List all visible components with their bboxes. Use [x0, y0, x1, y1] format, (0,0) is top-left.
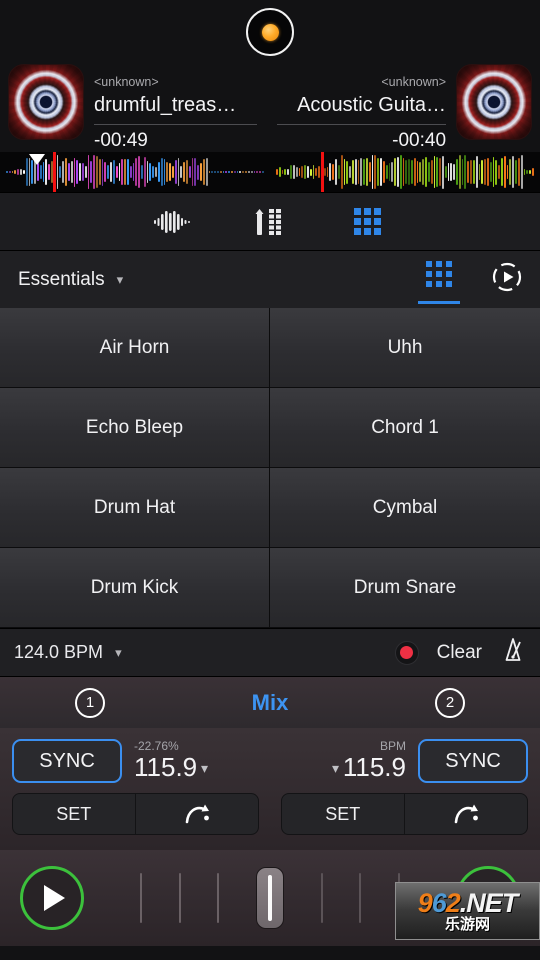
deck-tab-2[interactable]: 2: [435, 687, 465, 718]
pad-button[interactable]: Air Horn: [0, 308, 270, 388]
chevron-down-icon[interactable]: ▾: [115, 646, 122, 659]
deck-right-controls: SYNC BPM ▾ 115.9 SET: [281, 738, 528, 842]
crossfader-tick: [359, 873, 362, 923]
bpm-value-left: 115.9: [134, 751, 198, 782]
mixer-tab-bar: 1 Mix 2: [0, 676, 540, 728]
album-art-left[interactable]: [8, 64, 84, 140]
deck-left-controls: SYNC -22.76% 115.9 ▾ SET: [12, 738, 259, 842]
bpm-bar-actions: Clear: [394, 637, 526, 668]
pad-button[interactable]: Chord 1: [270, 388, 540, 468]
sync-controls-row: SYNC -22.76% 115.9 ▾ SET SYNC BPM ▾ 115.…: [0, 728, 540, 850]
set-button-right[interactable]: SET: [281, 793, 405, 835]
pad-button[interactable]: Uhh: [270, 308, 540, 388]
global-tempo-label[interactable]: 124.0 BPM: [14, 642, 103, 663]
tab-pad-grid[interactable]: [412, 255, 466, 304]
watermark-digit-1: 9: [417, 888, 433, 918]
track-info-row: <unknown> drumful_treas… -00:49 <unknown…: [0, 64, 540, 152]
deck-tab-1[interactable]: 1: [75, 687, 105, 718]
chevron-down-icon[interactable]: ▾: [117, 273, 124, 286]
waveform-right-bars: [270, 152, 540, 192]
track-artist-left: <unknown>: [94, 75, 159, 89]
sync-button-right[interactable]: SYNC: [418, 739, 528, 783]
waveform-icon[interactable]: [149, 205, 195, 239]
crossfader[interactable]: [140, 867, 400, 929]
track-artist-right: <unknown>: [381, 75, 447, 89]
sync-button-left[interactable]: SYNC: [12, 739, 122, 783]
deck-left-bpm-block[interactable]: -22.76% 115.9 ▾: [134, 739, 259, 783]
cue-marker-left-icon[interactable]: [29, 154, 45, 165]
clear-button[interactable]: Clear: [437, 642, 482, 664]
watermark: 962.NET 乐游网: [395, 882, 540, 940]
pad-button[interactable]: Drum Hat: [0, 468, 270, 548]
chevron-down-icon[interactable]: ▾: [197, 760, 208, 776]
pad-button[interactable]: Drum Snare: [270, 548, 540, 628]
record-button[interactable]: [394, 640, 419, 665]
watermark-suffix: .NET: [459, 888, 519, 918]
pad-bank-header: Essentials ▾: [0, 250, 540, 308]
watermark-digit-2: 6: [431, 888, 447, 918]
waveform-right[interactable]: [270, 152, 540, 192]
crossfader-tick: [140, 873, 142, 923]
crossfader-tick: [320, 873, 323, 923]
crossfader-handle-line: [267, 875, 272, 921]
vinyl-center-dot-icon: [261, 23, 279, 41]
crossfader-tick: [217, 873, 220, 923]
pad-button[interactable]: Cymbal: [270, 468, 540, 548]
deck-left-sync-row: SYNC -22.76% 115.9 ▾: [12, 738, 259, 784]
bank-name-label[interactable]: Essentials: [18, 269, 105, 291]
waveform-row: [0, 152, 540, 192]
crossfader-tick: [178, 873, 181, 923]
album-art-right[interactable]: [456, 64, 533, 140]
curved-arrow-icon[interactable]: [135, 793, 259, 835]
top-deck-bar: [0, 0, 540, 64]
waveform-left[interactable]: [0, 152, 270, 192]
track-meta-right: <unknown> Acoustic Guita… -00:40: [267, 64, 456, 153]
watermark-subtitle: 乐游网: [444, 916, 490, 933]
pad-grid: Air Horn Uhh Echo Bleep Chord 1 Drum Hat…: [0, 308, 540, 628]
track-title-right[interactable]: Acoustic Guita…: [277, 91, 446, 119]
bpm-clear-bar: 124.0 BPM ▾ Clear: [0, 628, 540, 676]
set-button-left[interactable]: SET: [12, 793, 136, 835]
transport-bar: 962.NET 乐游网: [0, 850, 540, 946]
playhead-right: [321, 152, 324, 192]
play-icon: [44, 885, 65, 911]
mixer-fader-icon[interactable]: [247, 205, 293, 239]
watermark-digit-3: 2: [445, 888, 461, 918]
record-dot-icon: [400, 646, 414, 659]
bank-view-tabs: [412, 255, 522, 304]
active-tab-underline: [418, 301, 460, 304]
meta-divider-right: [276, 124, 447, 125]
play-circle-icon[interactable]: [492, 262, 522, 297]
deck-left-cue-row: SET: [12, 793, 259, 835]
dj-app-screen: <unknown> drumful_treas… -00:49 <unknown…: [0, 0, 540, 960]
play-button-left[interactable]: [20, 866, 84, 930]
vinyl-record-icon[interactable]: [246, 8, 294, 56]
playhead-left: [53, 152, 56, 192]
track-title-left[interactable]: drumful_treas…: [94, 91, 257, 119]
deck-right-sync-row: SYNC BPM ▾ 115.9: [281, 738, 528, 784]
chevron-down-icon[interactable]: ▾: [332, 760, 343, 776]
track-time-left[interactable]: -00:49: [94, 129, 257, 153]
metronome-muted-icon[interactable]: [500, 637, 526, 668]
meta-divider-left: [94, 124, 257, 125]
pad-grid-icon[interactable]: [345, 205, 391, 239]
deck-right-cue-row: SET: [281, 793, 528, 835]
track-meta-left: <unknown> drumful_treas… -00:49: [84, 64, 267, 153]
mix-tab[interactable]: Mix: [252, 690, 289, 716]
view-mode-toolbar: [0, 192, 540, 250]
bpm-value-right: 115.9: [342, 751, 406, 782]
pad-button[interactable]: Drum Kick: [0, 548, 270, 628]
curved-arrow-icon[interactable]: [404, 793, 528, 835]
deck-right-bpm-block[interactable]: BPM ▾ 115.9: [281, 739, 406, 783]
track-time-right[interactable]: -00:40: [277, 129, 446, 153]
crossfader-handle[interactable]: [255, 867, 284, 929]
pad-button[interactable]: Echo Bleep: [0, 388, 270, 468]
